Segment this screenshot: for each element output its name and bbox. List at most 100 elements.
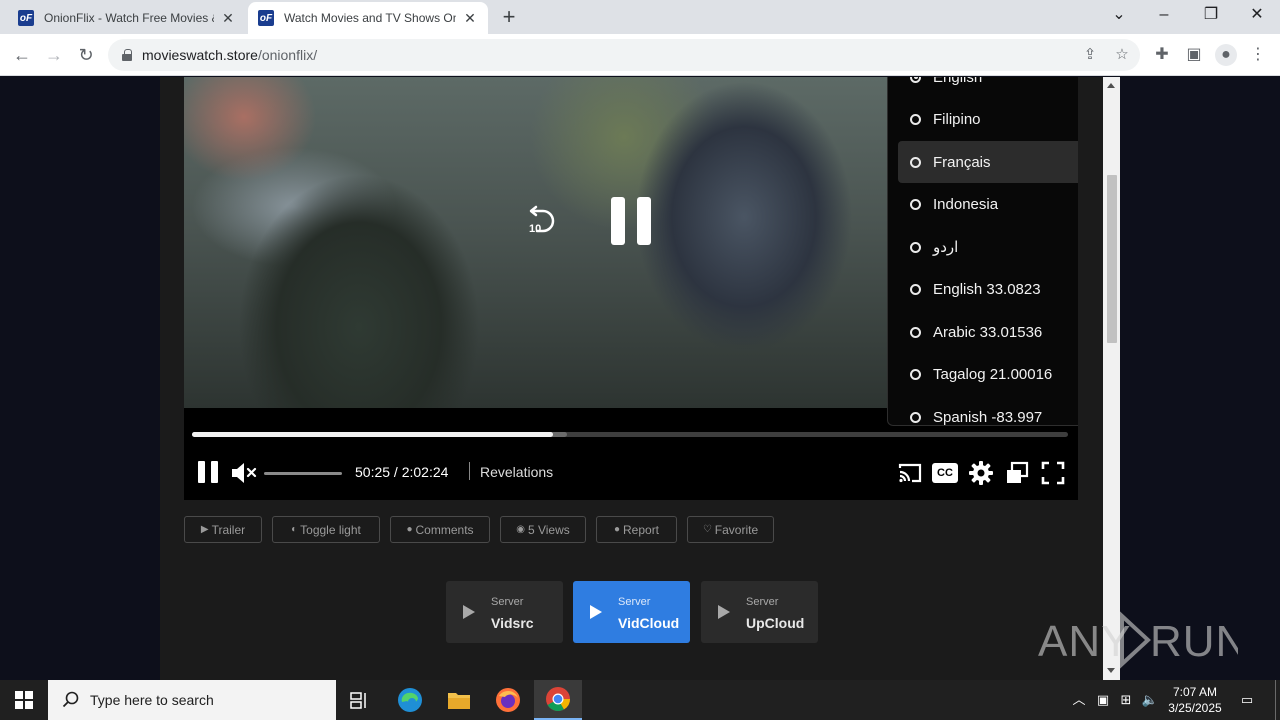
server-name: Vidsrc <box>491 615 534 631</box>
radio-unchecked-icon <box>910 411 921 423</box>
subtitle-option[interactable]: Filipino <box>898 99 1078 141</box>
firefox-icon[interactable] <box>484 680 532 720</box>
profile-avatar-icon[interactable]: ● <box>1215 44 1237 66</box>
address-bar[interactable]: movieswatch.store/onionflix/ <box>108 39 1140 71</box>
forward-arrow-icon[interactable]: → <box>42 43 66 67</box>
windows-taskbar: Type here to search ︿ ▣ ⊞ 🔈 7:07 AM 3/25… <box>0 680 1280 720</box>
server-vidcloud-button[interactable]: Server VidCloud <box>573 581 690 643</box>
toggle-light-button[interactable]: ◐ Toggle light <box>272 516 380 543</box>
site-favicon: oF <box>258 10 274 26</box>
subtitle-option[interactable]: Français <box>898 141 1078 183</box>
fullscreen-icon[interactable] <box>1040 460 1066 486</box>
center-pause-icon[interactable] <box>611 197 651 245</box>
server-name: VidCloud <box>618 615 680 631</box>
page-scroll-thumb[interactable] <box>1107 175 1117 343</box>
radio-unchecked-icon <box>910 199 921 210</box>
browser-tab-bar: oF OnionFlix - Watch Free Movies & ✕ oF … <box>0 0 1280 34</box>
tab-search-chevron-icon[interactable]: ⌄ <box>1104 4 1134 26</box>
tray-device-icon[interactable]: ▣ <box>1093 690 1113 710</box>
browser-tab-1[interactable]: oF OnionFlix - Watch Free Movies & ✕ <box>8 2 246 34</box>
time-display: 50:25 / 2:02:24 <box>355 464 449 480</box>
subtitle-option[interactable]: English <box>898 77 1078 98</box>
subtitle-option-label: Spanish -83.997 <box>933 408 1043 426</box>
file-explorer-icon[interactable] <box>435 680 483 720</box>
network-icon[interactable]: ⊞ <box>1116 690 1136 710</box>
report-label: Report <box>623 522 660 537</box>
anyrun-watermark-logo: ANY RUN <box>1038 611 1238 669</box>
alert-icon: ● <box>613 524 620 535</box>
side-panel-icon[interactable]: ▣ <box>1183 44 1205 66</box>
close-icon[interactable]: ✕ <box>462 10 478 27</box>
favorite-label: Favorite <box>714 522 759 537</box>
heart-icon: ♡ <box>702 524 712 535</box>
scroll-up-icon[interactable] <box>1107 83 1115 88</box>
play-icon <box>590 605 602 619</box>
more-menu-icon[interactable]: ⋮ <box>1247 44 1269 66</box>
window-close-icon[interactable]: ✕ <box>1242 4 1272 26</box>
pause-icon[interactable] <box>198 461 218 483</box>
youtube-icon: ▶ <box>200 524 209 535</box>
subtitles-cc-button[interactable]: CC <box>932 460 958 486</box>
server-name: UpCloud <box>746 615 805 631</box>
reload-icon[interactable]: ↻ <box>74 43 98 67</box>
radio-unchecked-icon <box>910 326 921 338</box>
trailer-label: Trailer <box>211 522 246 537</box>
radio-checked-icon <box>910 77 921 83</box>
seek-bar[interactable] <box>192 432 1068 437</box>
extensions-puzzle-icon[interactable]: ✚ <box>1151 44 1173 66</box>
subtitle-language-menu[interactable]: English Filipino Français Indonesia اردو Engl… <box>887 77 1078 426</box>
rewind-10-icon[interactable]: 10 <box>527 203 557 235</box>
comments-button[interactable]: ● Comments <box>390 516 490 543</box>
views-button[interactable]: ◉ 5 Views <box>500 516 586 543</box>
favorite-button[interactable]: ♡ Favorite <box>687 516 774 543</box>
radio-unchecked-icon <box>910 156 921 168</box>
minimize-icon[interactable]: – <box>1149 4 1179 26</box>
subtitle-option[interactable]: Tagalog 21.00016 <box>898 354 1078 396</box>
episode-title: Revelations <box>480 464 554 480</box>
system-clock[interactable]: 7:07 AM 3/25/2025 <box>1160 684 1230 716</box>
cast-icon[interactable] <box>897 460 923 486</box>
server-caption: Server <box>491 596 524 608</box>
tray-overflow-chevron-icon[interactable]: ︿ <box>1069 690 1089 710</box>
chrome-icon[interactable] <box>534 680 582 720</box>
trailer-button[interactable]: ▶ Trailer <box>184 516 262 543</box>
settings-gear-icon[interactable] <box>968 460 994 486</box>
server-upcloud-button[interactable]: Server UpCloud <box>701 581 818 643</box>
radio-unchecked-icon <box>910 241 921 253</box>
search-placeholder: Type here to search <box>90 692 214 708</box>
taskbar-search-box[interactable]: Type here to search <box>48 680 336 720</box>
web-page: 10 50:25 / 2:02:24 Revelations CC Englis… <box>0 77 1280 680</box>
page-scrollbar[interactable] <box>1103 77 1120 680</box>
browser-tab-2[interactable]: oF Watch Movies and TV Shows On ✕ <box>248 2 488 34</box>
speaker-volume-icon[interactable]: 🔈 <box>1140 690 1160 710</box>
notifications-icon[interactable]: ▭ <box>1237 690 1257 710</box>
close-icon[interactable]: ✕ <box>220 10 236 27</box>
adjust-icon: ◐ <box>291 524 298 535</box>
subtitle-option[interactable]: Indonesia <box>898 184 1078 226</box>
subtitle-option-label: Indonesia <box>933 196 999 213</box>
subtitle-option[interactable]: Spanish -83.997 <box>898 396 1078 426</box>
subtitle-option[interactable]: اردو <box>898 226 1078 268</box>
windows-start-button[interactable] <box>0 680 48 720</box>
bookmark-star-icon[interactable]: ☆ <box>1113 46 1131 64</box>
subtitle-option[interactable]: Arabic 33.01536 <box>898 311 1078 353</box>
volume-muted-icon[interactable] <box>230 461 258 485</box>
player-control-row: 50:25 / 2:02:24 Revelations CC <box>184 457 1078 489</box>
server-vidsrc-button[interactable]: Server Vidsrc <box>446 581 563 643</box>
subtitle-option[interactable]: English 33.0823 <box>898 269 1078 311</box>
task-view-icon[interactable] <box>336 680 384 720</box>
new-tab-plus-icon[interactable]: + <box>498 6 520 28</box>
show-desktop-button[interactable] <box>1275 680 1276 720</box>
subtitle-option-label: Tagalog 21.00016 <box>933 366 1053 383</box>
search-icon <box>62 691 79 708</box>
site-favicon: oF <box>18 10 34 26</box>
back-arrow-icon[interactable]: ← <box>10 43 34 67</box>
video-player[interactable]: 10 50:25 / 2:02:24 Revelations CC Englis… <box>184 77 1078 500</box>
report-button[interactable]: ● Report <box>596 516 677 543</box>
picture-in-picture-icon[interactable] <box>1004 460 1030 486</box>
restore-icon[interactable]: ❐ <box>1196 4 1226 26</box>
edge-browser-icon[interactable] <box>386 680 434 720</box>
volume-slider[interactable] <box>264 472 342 475</box>
server-caption: Server <box>618 596 651 608</box>
share-icon[interactable]: ⇪ <box>1081 46 1099 64</box>
